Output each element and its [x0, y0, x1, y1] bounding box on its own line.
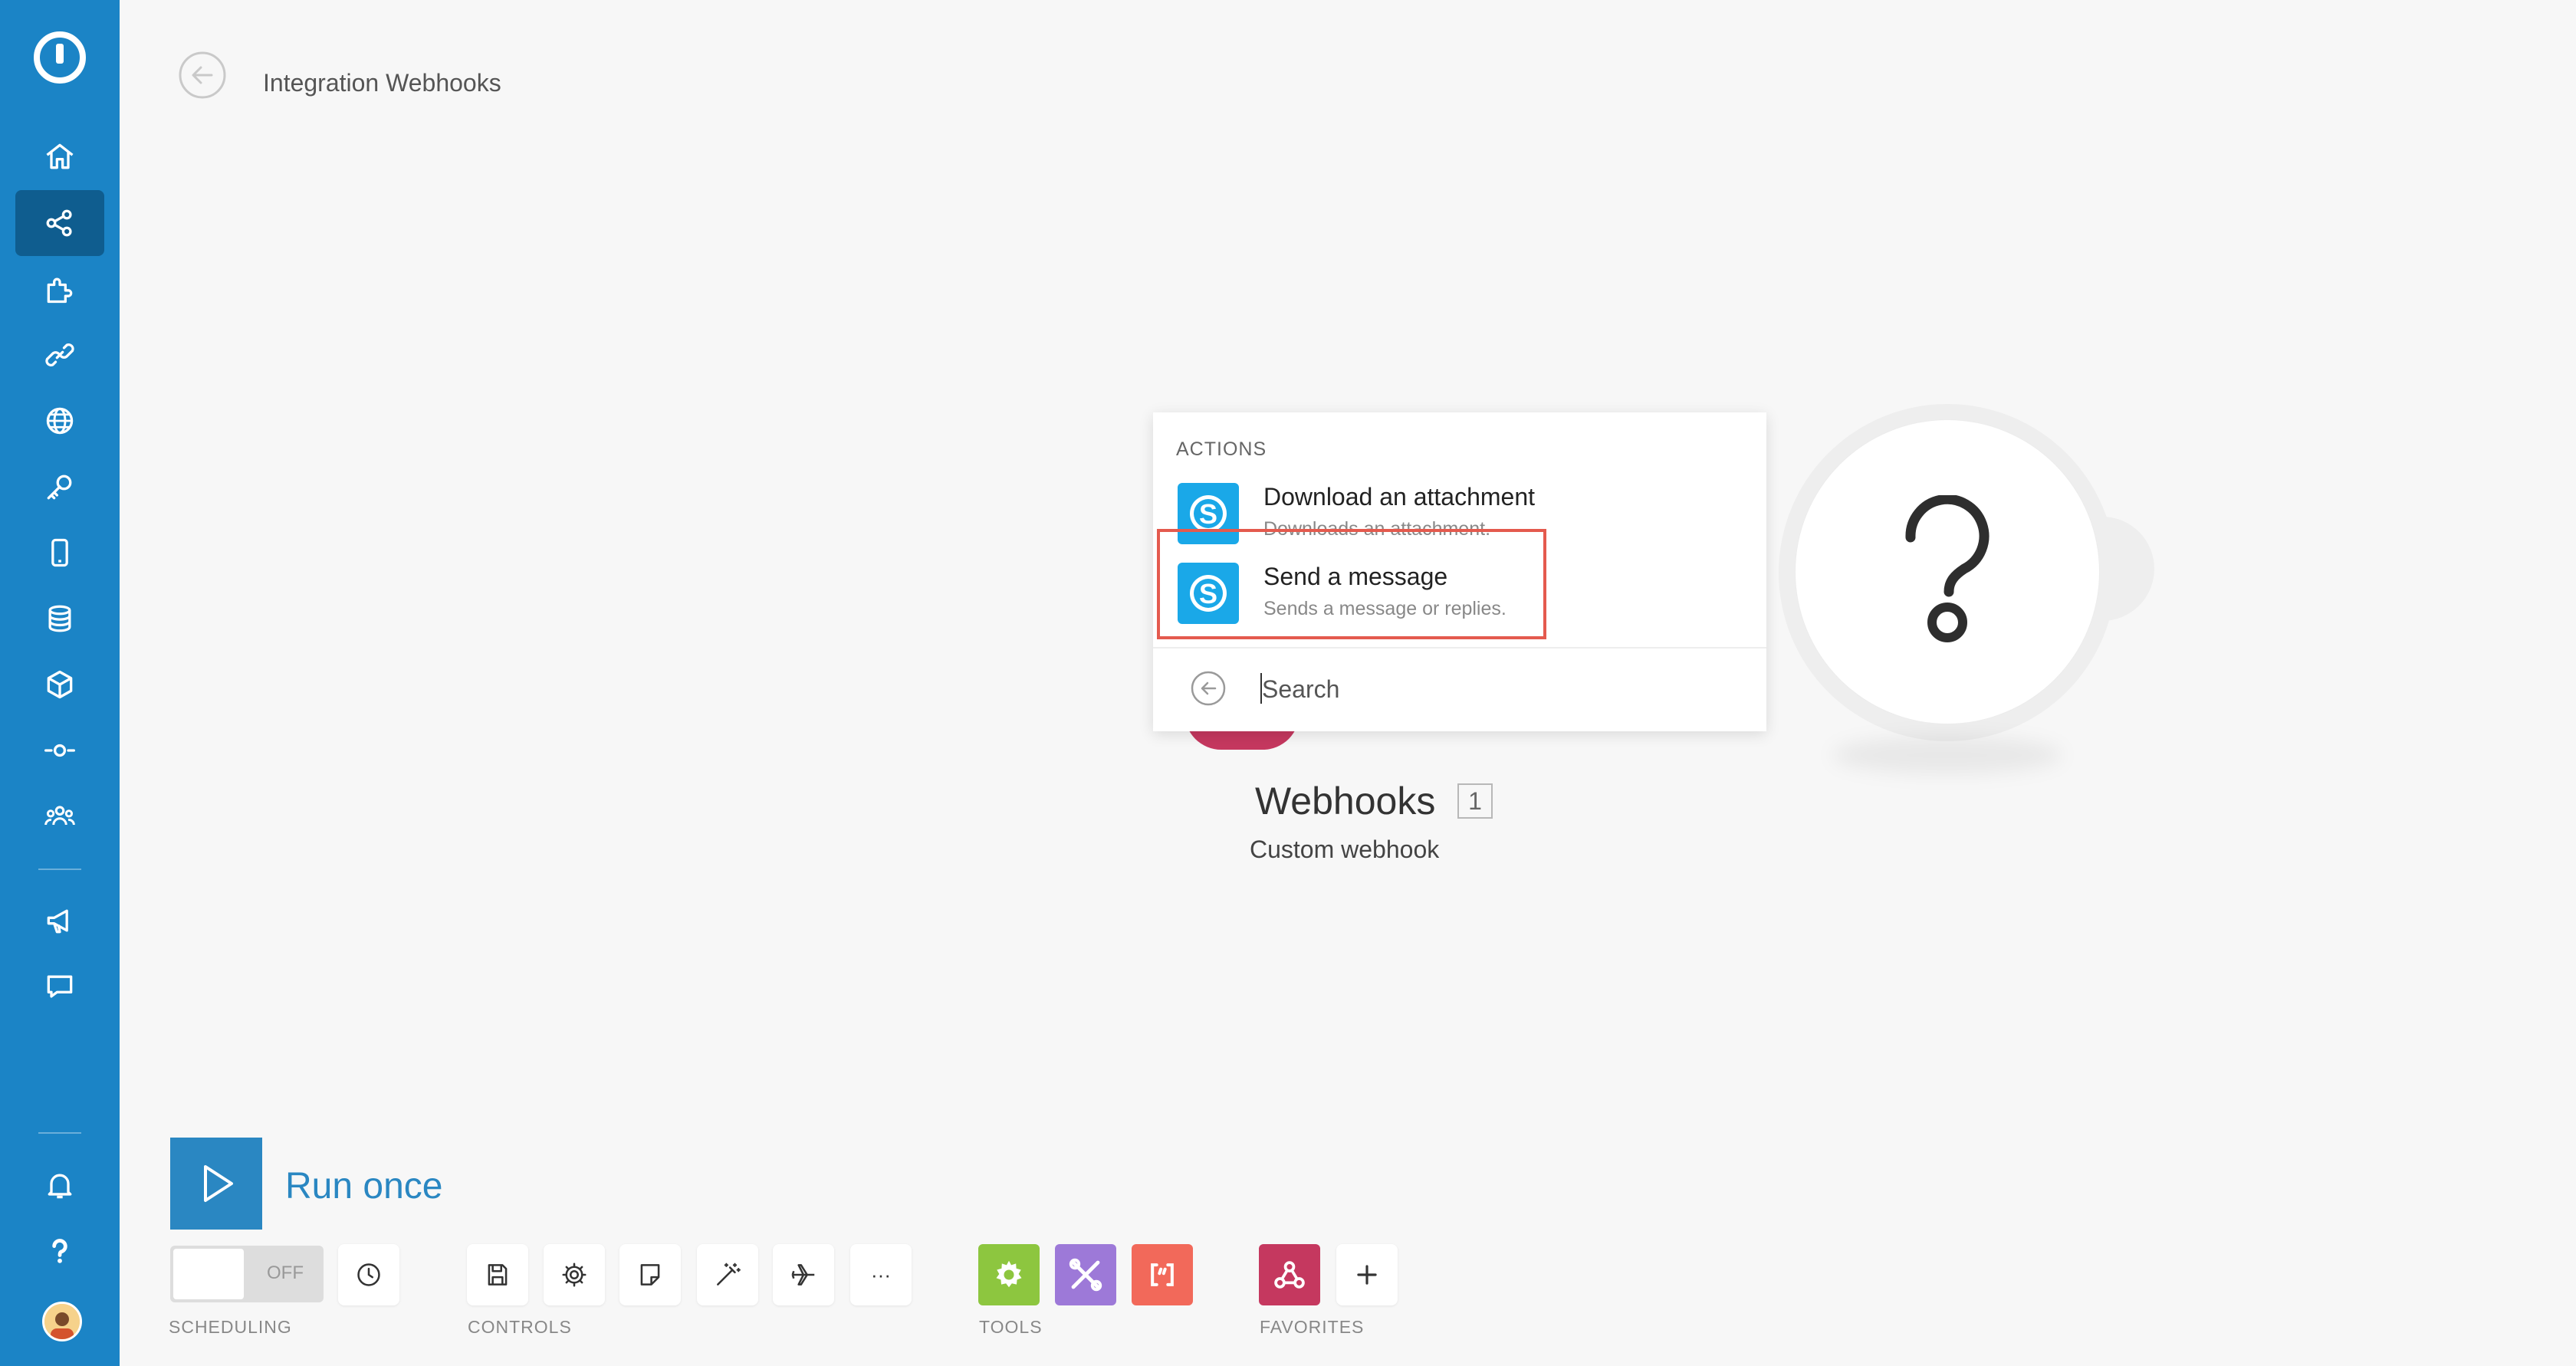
tools-operations-button[interactable] — [1055, 1244, 1116, 1305]
toggle-knob — [173, 1249, 244, 1299]
actions-popup: ACTIONS S Download an attachment Downloa… — [1153, 412, 1766, 731]
arrow-left-icon — [1191, 671, 1226, 706]
section-label-favorites: FAVORITES — [1260, 1317, 1365, 1337]
megaphone-icon — [47, 909, 68, 934]
flow-icon — [44, 744, 75, 757]
sidebar-item-webhooks[interactable] — [15, 388, 104, 454]
link-icon — [45, 343, 74, 366]
cube-icon — [47, 670, 73, 699]
action-description: Downloads an attachment. — [1263, 518, 1491, 540]
more-controls-button[interactable]: ··· — [850, 1244, 912, 1305]
action-download-attachment[interactable]: S Download an attachment Downloads an at… — [1153, 475, 1766, 552]
chat-icon — [47, 975, 73, 998]
run-once-label[interactable]: Run once — [285, 1165, 442, 1207]
sidebar-item-data-stores[interactable] — [15, 586, 104, 652]
run-once-button[interactable] — [170, 1138, 262, 1230]
search-input[interactable] — [1260, 667, 1739, 711]
globe-icon — [46, 407, 74, 435]
plus-icon — [1357, 1265, 1377, 1285]
home-icon — [46, 143, 74, 169]
module-subtitle: Custom webhook — [1250, 836, 1440, 863]
more-icon: ··· — [871, 1263, 891, 1286]
team-icon — [44, 806, 75, 826]
section-label-tools: TOOLS — [979, 1317, 1043, 1337]
action-send-message[interactable]: S Send a message Sends a message or repl… — [1153, 555, 1766, 632]
tools-flow-control-button[interactable] — [978, 1244, 1040, 1305]
action-title: Send a message — [1263, 563, 1448, 590]
section-label-scheduling: SCHEDULING — [169, 1317, 292, 1337]
magic-wand-icon — [717, 1263, 741, 1286]
sidebar-item-team[interactable] — [15, 783, 104, 849]
search-back-button[interactable] — [1190, 670, 1227, 707]
page-title: Integration Webhooks — [263, 69, 501, 97]
sidebar-item-connections[interactable] — [15, 322, 104, 388]
question-mark-icon — [1905, 495, 1990, 642]
sidebar-item-flow[interactable] — [15, 717, 104, 783]
svg-text:S: S — [1199, 498, 1217, 530]
sidebar-item-announcements[interactable] — [15, 888, 104, 954]
sidebar-item-notifications[interactable] — [15, 1152, 104, 1218]
bell-icon — [48, 1174, 72, 1199]
explain-flow-button[interactable] — [773, 1244, 834, 1305]
skype-icon: S — [1178, 483, 1239, 544]
save-button[interactable] — [467, 1244, 528, 1305]
sidebar-divider-bottom — [38, 1132, 81, 1134]
module-name: Webhooks — [1255, 780, 1436, 823]
svg-text:S: S — [1199, 578, 1217, 609]
arrow-left-icon — [179, 51, 226, 99]
scenarios-icon — [46, 209, 72, 237]
module-badge: 1 — [1457, 783, 1493, 819]
help-icon — [52, 1239, 67, 1263]
puzzle-icon — [47, 277, 73, 304]
text-caret — [1260, 673, 1262, 704]
sidebar-item-devices[interactable] — [15, 520, 104, 586]
back-button[interactable] — [178, 51, 227, 100]
toggle-label: OFF — [267, 1263, 304, 1283]
sidebar-item-scenarios[interactable] — [15, 190, 104, 256]
schedule-settings-button[interactable] — [338, 1244, 399, 1305]
hub-shadow — [1832, 736, 2062, 774]
mobile-device-icon — [51, 538, 68, 567]
tools-text-parser-button[interactable] — [1132, 1244, 1193, 1305]
auto-align-button[interactable] — [697, 1244, 758, 1305]
gear-icon — [996, 1260, 1022, 1288]
scheduling-toggle[interactable]: OFF — [170, 1246, 324, 1302]
note-icon — [640, 1264, 660, 1286]
sidebar-item-keys[interactable] — [15, 454, 104, 520]
user-avatar[interactable] — [42, 1302, 82, 1341]
key-icon — [47, 474, 72, 500]
sidebar-item-chat[interactable] — [15, 954, 104, 1020]
webhook-icon — [1274, 1261, 1305, 1289]
make-logo-icon[interactable] — [29, 27, 90, 88]
popup-heading: ACTIONS — [1176, 438, 1267, 460]
app-root: Integration Webhooks Webhooks 1 Custom w… — [0, 0, 2576, 1366]
action-description: Sends a message or replies. — [1263, 598, 1506, 619]
tools-icon — [1069, 1258, 1102, 1292]
clock-icon — [357, 1263, 380, 1286]
sidebar — [0, 0, 120, 1366]
gear-icon — [562, 1263, 586, 1287]
airplane-icon — [791, 1264, 815, 1286]
sidebar-item-templates[interactable] — [15, 256, 104, 322]
skype-icon: S — [1178, 563, 1239, 624]
section-label-controls: CONTROLS — [468, 1317, 572, 1337]
database-icon — [48, 605, 71, 632]
scenario-settings-button[interactable] — [544, 1244, 605, 1305]
popup-divider — [1153, 647, 1766, 649]
sidebar-item-home[interactable] — [15, 123, 104, 189]
add-favorite-button[interactable] — [1336, 1244, 1398, 1305]
sidebar-item-data-structures[interactable] — [15, 652, 104, 717]
sidebar-item-help[interactable] — [15, 1218, 104, 1284]
notes-button[interactable] — [619, 1244, 681, 1305]
action-title: Download an attachment — [1263, 483, 1535, 511]
sidebar-divider — [38, 869, 81, 870]
brackets-icon — [1151, 1263, 1174, 1286]
save-icon — [488, 1264, 508, 1286]
play-icon — [204, 1165, 233, 1202]
favorite-webhooks-button[interactable] — [1259, 1244, 1320, 1305]
add-module-button[interactable] — [1796, 420, 2099, 724]
